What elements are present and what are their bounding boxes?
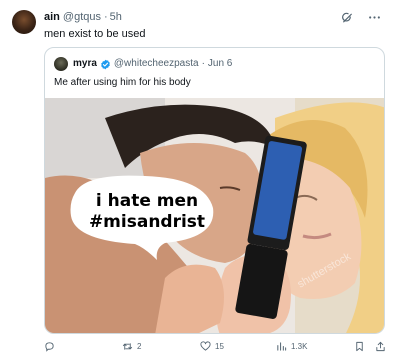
reply-button[interactable] — [44, 341, 59, 352]
like-button[interactable]: 15 — [200, 341, 224, 352]
quoted-date[interactable]: Jun 6 — [208, 58, 232, 70]
grok-icon[interactable] — [341, 11, 354, 24]
reply-icon — [44, 341, 55, 352]
quoted-author-avatar[interactable] — [54, 57, 68, 71]
repost-count: 2 — [137, 342, 142, 351]
quoted-header: myra @whitecheezpasta · Jun 6 — [73, 58, 232, 70]
author-name[interactable]: ain — [44, 11, 60, 23]
quoted-image[interactable]: shutterstock i hate men #misandrist — [45, 98, 384, 333]
share-icon — [375, 341, 386, 352]
quoted-author-name[interactable]: myra — [73, 58, 97, 70]
quoted-separator: · — [201, 58, 205, 69]
share-button[interactable] — [375, 341, 386, 352]
like-count: 15 — [215, 342, 224, 351]
quoted-author-handle[interactable]: @whitecheezpasta — [114, 58, 199, 70]
meta-separator: · — [103, 11, 108, 23]
like-icon — [200, 341, 211, 352]
author-handle[interactable]: @gtqus — [63, 11, 101, 23]
image-caption: i hate men #misandrist — [82, 191, 212, 233]
caption-line-1: i hate men — [95, 191, 199, 211]
action-bar: 2 15 1.3K — [44, 341, 385, 357]
author-avatar[interactable] — [12, 10, 36, 34]
quoted-tweet[interactable]: myra @whitecheezpasta · Jun 6 Me after u… — [44, 47, 385, 334]
repost-button[interactable]: 2 — [122, 341, 141, 352]
quoted-text: Me after using him for his body — [54, 77, 191, 88]
bookmark-icon — [354, 341, 365, 352]
views-icon — [276, 341, 287, 352]
repost-icon — [122, 341, 133, 352]
views-button[interactable]: 1.3K — [276, 341, 307, 352]
verified-badge-icon — [100, 59, 111, 70]
caption-line-2: #misandrist — [88, 212, 206, 232]
tweet-header: ain @gtqus · 5h — [44, 11, 122, 24]
more-icon[interactable] — [368, 11, 381, 24]
tweet-time[interactable]: 5h — [110, 11, 122, 23]
tweet-text: men exist to be used — [44, 28, 146, 40]
header-actions — [341, 11, 381, 24]
bookmark-button[interactable] — [354, 341, 365, 352]
views-count: 1.3K — [291, 342, 308, 351]
tweet[interactable]: ain @gtqus · 5h men exist to be used myra — [0, 0, 393, 361]
